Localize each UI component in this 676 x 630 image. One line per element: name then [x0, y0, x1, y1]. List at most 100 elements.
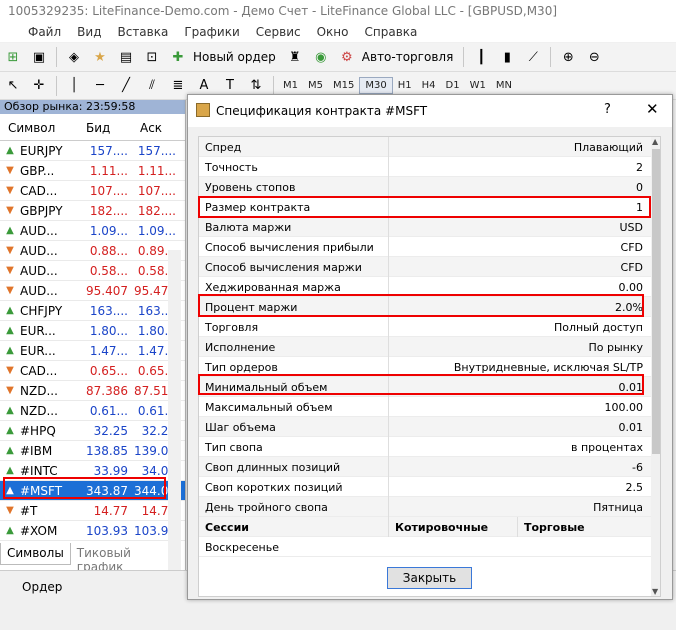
symbol-row[interactable]: ▼ CAD... 0.65... 0.65...: [0, 361, 185, 381]
strategy-tester-icon[interactable]: ⊡: [142, 48, 162, 66]
symbol-row[interactable]: ▲ EUR... 1.47... 1.47...: [0, 341, 185, 361]
terminal-icon[interactable]: ▤: [116, 48, 136, 66]
timeframe-mn[interactable]: MN: [491, 78, 517, 93]
timeframe-m15[interactable]: M15: [328, 78, 359, 93]
timeframe-h4[interactable]: H4: [417, 78, 441, 93]
new-order-icon[interactable]: ✚: [168, 48, 188, 66]
arrows-icon[interactable]: ⇅: [246, 77, 266, 95]
arrow-down-icon: ▼: [6, 245, 14, 256]
close-icon[interactable]: ✕: [646, 100, 659, 118]
menu-tools[interactable]: Сервис: [248, 25, 309, 39]
spec-scrollbar[interactable]: ▲ ▼: [651, 137, 660, 596]
close-button[interactable]: Закрыть: [387, 567, 472, 589]
tab-symbols[interactable]: Символы: [0, 543, 71, 565]
column-divider: [388, 517, 389, 537]
symbol-row[interactable]: ▲ #HPQ 32.25 32.26: [0, 421, 185, 441]
new-chart-icon[interactable]: ⊞: [3, 48, 23, 66]
symbol-row[interactable]: ▼ AUD... 0.58... 0.58...: [0, 261, 185, 281]
menu-charts[interactable]: Графики: [176, 25, 247, 39]
spec-value: USD: [619, 221, 643, 234]
market-watch-icon[interactable]: ◈: [64, 48, 84, 66]
timeframe-m1[interactable]: M1: [278, 78, 303, 93]
zoom-in-icon[interactable]: ⊕: [558, 48, 578, 66]
channel-icon[interactable]: ⫽: [142, 77, 162, 95]
symbol-row[interactable]: ▲ EUR... 1.80... 1.80...: [0, 321, 185, 341]
symbol-row[interactable]: ▲ NZD... 0.61... 0.61...: [0, 401, 185, 421]
new-order-button[interactable]: Новый ордер: [193, 50, 276, 64]
profiles-icon[interactable]: ▣: [29, 48, 49, 66]
spec-value: Плавающий: [573, 141, 643, 154]
arrow-down-icon: ▼: [6, 165, 14, 176]
timeframe-w1[interactable]: W1: [465, 78, 491, 93]
autotrading-button[interactable]: Авто-торговля: [362, 50, 454, 64]
menu-file[interactable]: Файл: [0, 25, 69, 39]
crosshair-icon[interactable]: ✛: [29, 77, 49, 95]
timeframe-m5[interactable]: M5: [303, 78, 328, 93]
symbol-row[interactable]: ▼ CAD... 107.... 107....: [0, 181, 185, 201]
navigator-icon[interactable]: ★: [90, 48, 110, 66]
signals-icon[interactable]: ◉: [311, 48, 331, 66]
timeframe-d1[interactable]: D1: [441, 78, 465, 93]
help-button[interactable]: ?: [604, 102, 611, 117]
quotes-header-label: Котировочные: [395, 521, 489, 534]
column-bid[interactable]: Бид: [70, 121, 126, 135]
column-divider: [388, 497, 389, 517]
menu-insert[interactable]: Вставка: [109, 25, 176, 39]
scroll-thumb[interactable]: [652, 149, 660, 454]
spec-key: Своп длинных позиций: [205, 461, 341, 474]
dialog-app-icon: [196, 103, 210, 117]
menu-help[interactable]: Справка: [357, 25, 426, 39]
fibo-icon[interactable]: ≣: [168, 77, 188, 95]
column-symbol[interactable]: Символ: [0, 121, 70, 135]
trendline-icon[interactable]: ╱: [116, 77, 136, 95]
bid-price: 95.407: [86, 283, 128, 298]
symbol-name: #IBM: [20, 443, 53, 458]
symbol-row[interactable]: ▲ AUD... 1.09... 1.09...: [0, 221, 185, 241]
horizontal-line-icon[interactable]: ─: [90, 77, 110, 95]
line-chart-icon[interactable]: ⟋: [523, 48, 543, 66]
spec-value: 2: [636, 161, 643, 174]
scroll-down-icon[interactable]: ▼: [652, 587, 658, 596]
symbol-row[interactable]: ▼ #T 14.77 14.78: [0, 501, 185, 521]
symbol-row[interactable]: ▲ #IBM 138.85 139.02: [0, 441, 185, 461]
text-icon[interactable]: A: [194, 77, 214, 95]
cursor-icon[interactable]: ↖: [3, 77, 23, 95]
vertical-line-icon[interactable]: │: [64, 77, 84, 95]
symbol-row[interactable]: ▲ CHFJPY 163.... 163....: [0, 301, 185, 321]
scroll-up-icon[interactable]: ▲: [652, 137, 658, 146]
autotrading-icon[interactable]: ⚙: [337, 48, 357, 66]
zoom-out-icon[interactable]: ⊖: [584, 48, 604, 66]
spec-row: Исполнение По рынку: [199, 337, 651, 357]
arrow-up-icon: ▲: [6, 445, 14, 456]
symbol-row[interactable]: ▲ #XOM 103.93 103.94: [0, 521, 185, 541]
symbol-row[interactable]: ▼ AUD... 0.88... 0.89...: [0, 241, 185, 261]
column-ask[interactable]: Аск: [126, 121, 174, 135]
label-icon[interactable]: T: [220, 77, 240, 95]
tab-tick-chart[interactable]: Тиковый график: [71, 543, 186, 574]
metaeditor-icon[interactable]: ♜: [285, 48, 305, 66]
arrow-up-icon: ▲: [6, 465, 14, 476]
timeframe-h1[interactable]: H1: [393, 78, 417, 93]
menu-view[interactable]: Вид: [69, 25, 109, 39]
min-volume-highlight: [198, 374, 644, 395]
symbol-row[interactable]: ▼ NZD... 87.386 87.513: [0, 381, 185, 401]
bar-chart-icon[interactable]: ┃: [471, 48, 491, 66]
column-divider: [388, 457, 389, 477]
symbol-name: CHFJPY: [20, 303, 63, 318]
sessions-header: Сессии Котировочные Торговые: [199, 517, 651, 537]
order-column-label[interactable]: Ордер: [22, 580, 62, 594]
bid-price: 0.61...: [89, 403, 128, 418]
candles-icon[interactable]: ▮: [497, 48, 517, 66]
spec-value: 2.5: [625, 481, 644, 494]
menu-window[interactable]: Окно: [309, 25, 357, 39]
symbol-row[interactable]: ▼ GBP... 1.11... 1.11...: [0, 161, 185, 181]
timeframe-m30[interactable]: M30: [359, 77, 393, 94]
spec-row: Максимальный объем 100.00: [199, 397, 651, 417]
symbol-row[interactable]: ▲ EURJPY 157.... 157....: [0, 141, 185, 161]
symbol-row[interactable]: ▼ AUD... 95.407 95.470: [0, 281, 185, 301]
arrow-down-icon: ▼: [6, 385, 14, 396]
market-watch-tabs: Символы Тиковый график: [0, 543, 186, 574]
bid-price: 138.85: [86, 443, 128, 458]
symbol-name: CAD...: [20, 363, 58, 378]
symbol-row[interactable]: ▼ GBPJPY 182.... 182....: [0, 201, 185, 221]
